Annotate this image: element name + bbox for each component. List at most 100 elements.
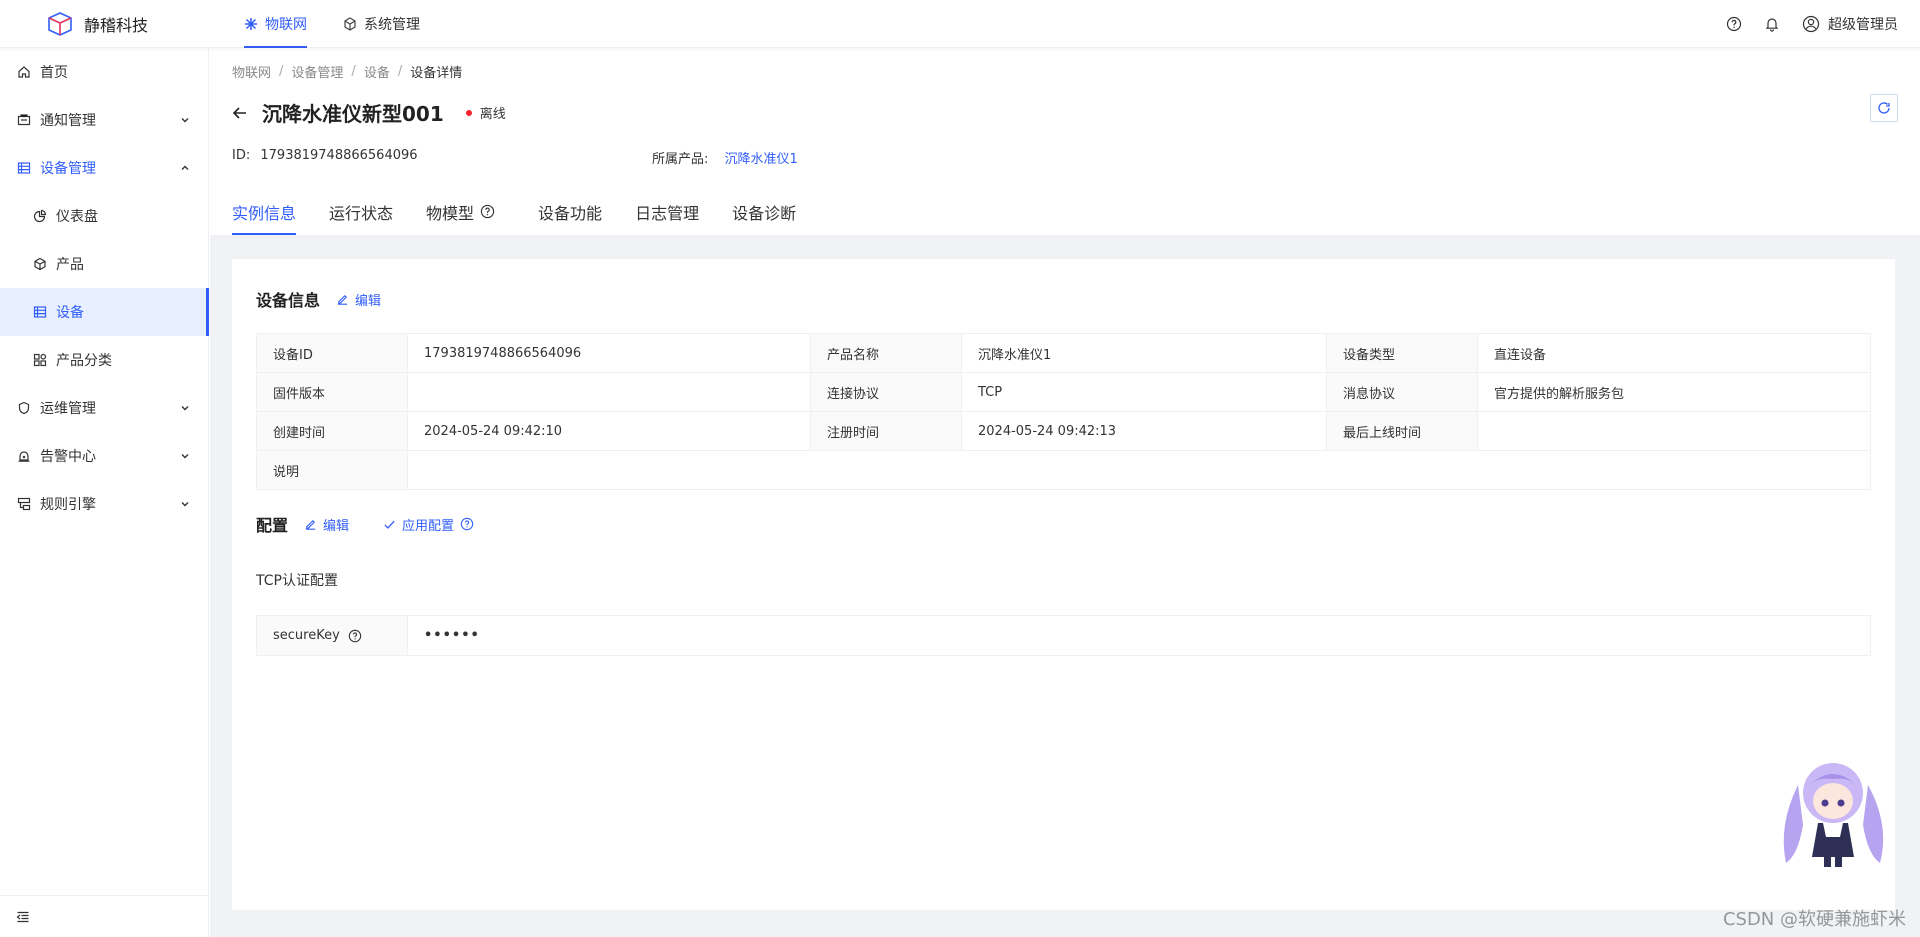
edit-icon xyxy=(337,294,348,305)
tab-device-function[interactable]: 设备功能 xyxy=(538,188,602,235)
tab-instance-info[interactable]: 实例信息 xyxy=(232,188,297,235)
status-badge: 离线 xyxy=(465,103,506,122)
info-value: 2024-05-24 09:42:13 xyxy=(961,411,1327,451)
main-area: 物联网 / 设备管理 / 设备 / 设备详情 沉降水准仪新型001 离线 ID:… xyxy=(210,48,1920,937)
tab-label: 设备功能 xyxy=(538,203,603,223)
sidebar-item-notice[interactable]: 通知管理 xyxy=(0,96,208,144)
sidebar-item-alarm[interactable]: 告警中心 xyxy=(0,432,208,480)
question-circle-icon[interactable] xyxy=(480,204,495,219)
refresh-button[interactable] xyxy=(1870,94,1898,122)
breadcrumb-item[interactable]: 物联网 xyxy=(232,62,271,81)
status-dot xyxy=(465,109,472,116)
secure-key-value: •••••• xyxy=(407,615,1871,656)
sidebar-item-rule-engine[interactable]: 规则引擎 xyxy=(0,480,208,528)
chevron-down-icon xyxy=(181,454,189,459)
list-icon xyxy=(17,162,31,174)
info-label: 设备类型 xyxy=(1326,333,1478,373)
info-value: TCP xyxy=(961,372,1327,412)
question-circle-icon[interactable] xyxy=(348,629,362,643)
config-label-cell: secureKey xyxy=(256,615,408,656)
breadcrumb-item[interactable]: 设备 xyxy=(364,62,390,81)
top-nav-iot[interactable]: 物联网 xyxy=(226,0,325,48)
device-meta: ID: 1793819748866564096 所属产品: 沉降水准仪1 xyxy=(232,148,798,167)
info-value: 2024-05-24 09:42:10 xyxy=(407,411,811,451)
top-nav-system[interactable]: 系统管理 xyxy=(325,0,438,48)
sidebar-item-product-category[interactable]: 产品分类 xyxy=(0,336,208,384)
info-value xyxy=(407,372,811,412)
info-label: 设备ID xyxy=(256,333,408,373)
device-id-value: 1793819748866564096 xyxy=(260,148,418,163)
top-bar: 静稽科技 物联网 系统管理 超级管理员 xyxy=(0,0,1920,48)
info-value xyxy=(1477,411,1871,451)
sidebar-item-label: 首页 xyxy=(40,65,68,81)
device-product-line: 所属产品: 沉降水准仪1 xyxy=(652,148,798,167)
sidebar-item-label: 产品 xyxy=(56,257,84,273)
edit-config-button[interactable]: 编辑 xyxy=(304,515,349,534)
sidebar-item-home[interactable]: 首页 xyxy=(0,48,208,96)
apply-config-button[interactable]: 应用配置 xyxy=(383,515,474,534)
back-arrow-icon[interactable] xyxy=(232,105,248,121)
sidebar-item-label: 告警中心 xyxy=(40,449,96,465)
sidebar-item-operations[interactable]: 运维管理 xyxy=(0,384,208,432)
sidebar-item-label: 设备管理 xyxy=(40,161,96,177)
info-value xyxy=(407,450,1871,490)
bell-icon[interactable] xyxy=(1764,16,1780,32)
tab-log-management[interactable]: 日志管理 xyxy=(635,188,699,235)
check-icon xyxy=(384,520,395,529)
info-label: 消息协议 xyxy=(1326,372,1478,412)
mascot-image xyxy=(1783,763,1884,867)
question-circle-icon[interactable] xyxy=(460,517,474,531)
section-title-text: 配置 xyxy=(256,516,289,535)
chevron-up-icon xyxy=(181,165,189,170)
tab-bar: 实例信息 运行状态 物模型 设备功能 日志管理 设备诊断 xyxy=(232,188,829,235)
user-menu[interactable]: 超级管理员 xyxy=(1802,14,1898,34)
list-icon xyxy=(33,306,47,318)
chevron-down-icon xyxy=(181,406,189,411)
sidebar-item-product[interactable]: 产品 xyxy=(0,240,208,288)
help-icon[interactable] xyxy=(1726,16,1742,32)
sidebar-item-device-management[interactable]: 设备管理 xyxy=(0,144,208,192)
apply-label: 应用配置 xyxy=(402,518,455,534)
config-section-title: 配置 编辑 应用配置 xyxy=(256,512,1871,536)
edit-label: 编辑 xyxy=(323,518,350,534)
table-row: 创建时间 2024-05-24 09:42:10 注册时间 2024-05-24… xyxy=(256,411,1871,451)
status-text: 离线 xyxy=(479,107,506,122)
edit-info-button[interactable]: 编辑 xyxy=(336,290,381,309)
snowflake-icon xyxy=(245,17,257,30)
device-info-table: 设备ID 1793819748866564096 产品名称 沉降水准仪1 设备类… xyxy=(256,333,1871,490)
page-header: 物联网 / 设备管理 / 设备 / 设备详情 沉降水准仪新型001 离线 ID:… xyxy=(210,48,1920,235)
edit-label: 编辑 xyxy=(355,293,382,309)
brand-name: 静稽科技 xyxy=(84,15,149,35)
info-label: 说明 xyxy=(256,450,408,490)
chevron-down-icon xyxy=(181,502,189,507)
refresh-icon xyxy=(1878,102,1890,114)
device-id-line: ID: 1793819748866564096 xyxy=(232,148,652,167)
cube-icon xyxy=(34,257,46,271)
product-link[interactable]: 沉降水准仪1 xyxy=(725,152,798,167)
menu-collapse-icon[interactable] xyxy=(16,910,30,924)
info-label: 最后上线时间 xyxy=(1326,411,1478,451)
category-icon xyxy=(33,353,47,367)
sidebar-item-label: 设备 xyxy=(56,305,84,321)
tab-label: 实例信息 xyxy=(232,203,297,223)
breadcrumb-current: 设备详情 xyxy=(410,66,463,81)
logo[interactable]: 静稽科技 xyxy=(0,0,210,48)
info-label: 固件版本 xyxy=(256,372,408,412)
home-icon xyxy=(18,66,30,78)
tab-thing-model[interactable]: 物模型 xyxy=(426,188,495,235)
top-nav-system-label: 系统管理 xyxy=(364,16,420,33)
info-label: 连接协议 xyxy=(810,372,962,412)
config-table: secureKey •••••• xyxy=(256,615,1871,656)
table-row: secureKey •••••• xyxy=(256,615,1871,656)
tab-label: 设备诊断 xyxy=(732,203,797,223)
breadcrumb-item[interactable]: 设备管理 xyxy=(291,62,343,81)
tab-device-diagnosis[interactable]: 设备诊断 xyxy=(732,188,796,235)
info-label: 产品名称 xyxy=(810,333,962,373)
content-card: 设备信息 编辑 设备ID 1793819748866564096 产品名称 沉降… xyxy=(232,259,1895,910)
sidebar-item-device[interactable]: 设备 xyxy=(0,288,209,336)
flow-icon xyxy=(17,497,31,511)
tab-running-status[interactable]: 运行状态 xyxy=(329,188,393,235)
sidebar-item-dashboard[interactable]: 仪表盘 xyxy=(0,192,208,240)
sidebar-footer xyxy=(0,895,208,937)
title-row: 沉降水准仪新型001 离线 xyxy=(232,98,506,127)
